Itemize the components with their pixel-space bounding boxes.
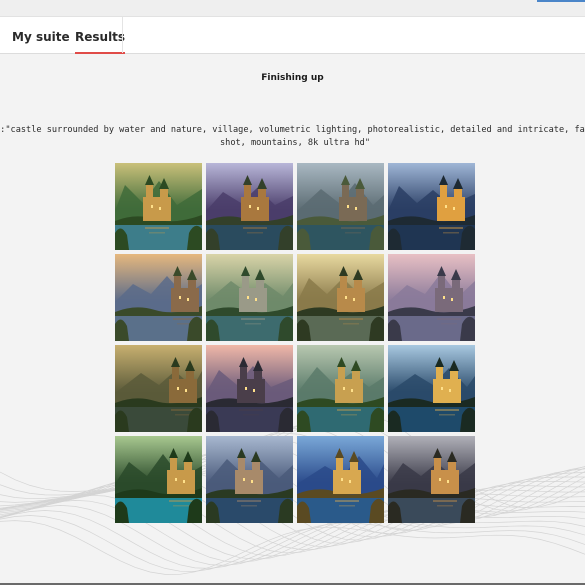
castle-landscape-image — [115, 345, 202, 432]
result-image-5[interactable] — [115, 254, 202, 341]
prompt-line-2: shot, mountains, 8k ultra hd" — [219, 138, 371, 148]
result-image-13[interactable] — [115, 436, 202, 523]
castle-landscape-image — [206, 163, 293, 250]
result-image-3[interactable] — [297, 163, 384, 250]
status-text: Finishing up — [261, 73, 324, 83]
castle-landscape-image — [115, 163, 202, 250]
castle-landscape-image — [388, 345, 475, 432]
result-image-12[interactable] — [388, 345, 475, 432]
result-image-11[interactable] — [297, 345, 384, 432]
result-image-1[interactable] — [115, 163, 202, 250]
castle-landscape-image — [297, 163, 384, 250]
result-image-7[interactable] — [297, 254, 384, 341]
tab-bar: My suite Results — [0, 17, 585, 54]
prompt-text: t:"castle surrounded by water and nature… — [0, 124, 585, 150]
result-image-6[interactable] — [206, 254, 293, 341]
active-tab-indicator — [75, 52, 126, 54]
result-image-2[interactable] — [206, 163, 293, 250]
castle-landscape-image — [388, 436, 475, 523]
window-top-strip — [0, 0, 585, 17]
castle-landscape-image — [115, 436, 202, 523]
tab-results[interactable]: Results — [75, 17, 126, 54]
castle-landscape-image — [206, 345, 293, 432]
castle-landscape-image — [388, 163, 475, 250]
tab-results-label: Results — [75, 30, 126, 44]
result-image-9[interactable] — [115, 345, 202, 432]
castle-landscape-image — [206, 254, 293, 341]
tab-divider — [122, 17, 123, 53]
tab-my-suite[interactable]: My suite — [12, 17, 70, 53]
result-image-grid — [115, 163, 476, 523]
result-image-10[interactable] — [206, 345, 293, 432]
result-image-8[interactable] — [388, 254, 475, 341]
window-accent-line — [537, 0, 585, 2]
result-image-16[interactable] — [388, 436, 475, 523]
castle-landscape-image — [297, 254, 384, 341]
castle-landscape-image — [115, 254, 202, 341]
castle-landscape-image — [297, 436, 384, 523]
result-image-14[interactable] — [206, 436, 293, 523]
castle-landscape-image — [388, 254, 475, 341]
castle-landscape-image — [206, 436, 293, 523]
castle-landscape-image — [297, 345, 384, 432]
prompt-line-1: t:"castle surrounded by water and nature… — [0, 125, 585, 135]
result-image-15[interactable] — [297, 436, 384, 523]
result-image-4[interactable] — [388, 163, 475, 250]
